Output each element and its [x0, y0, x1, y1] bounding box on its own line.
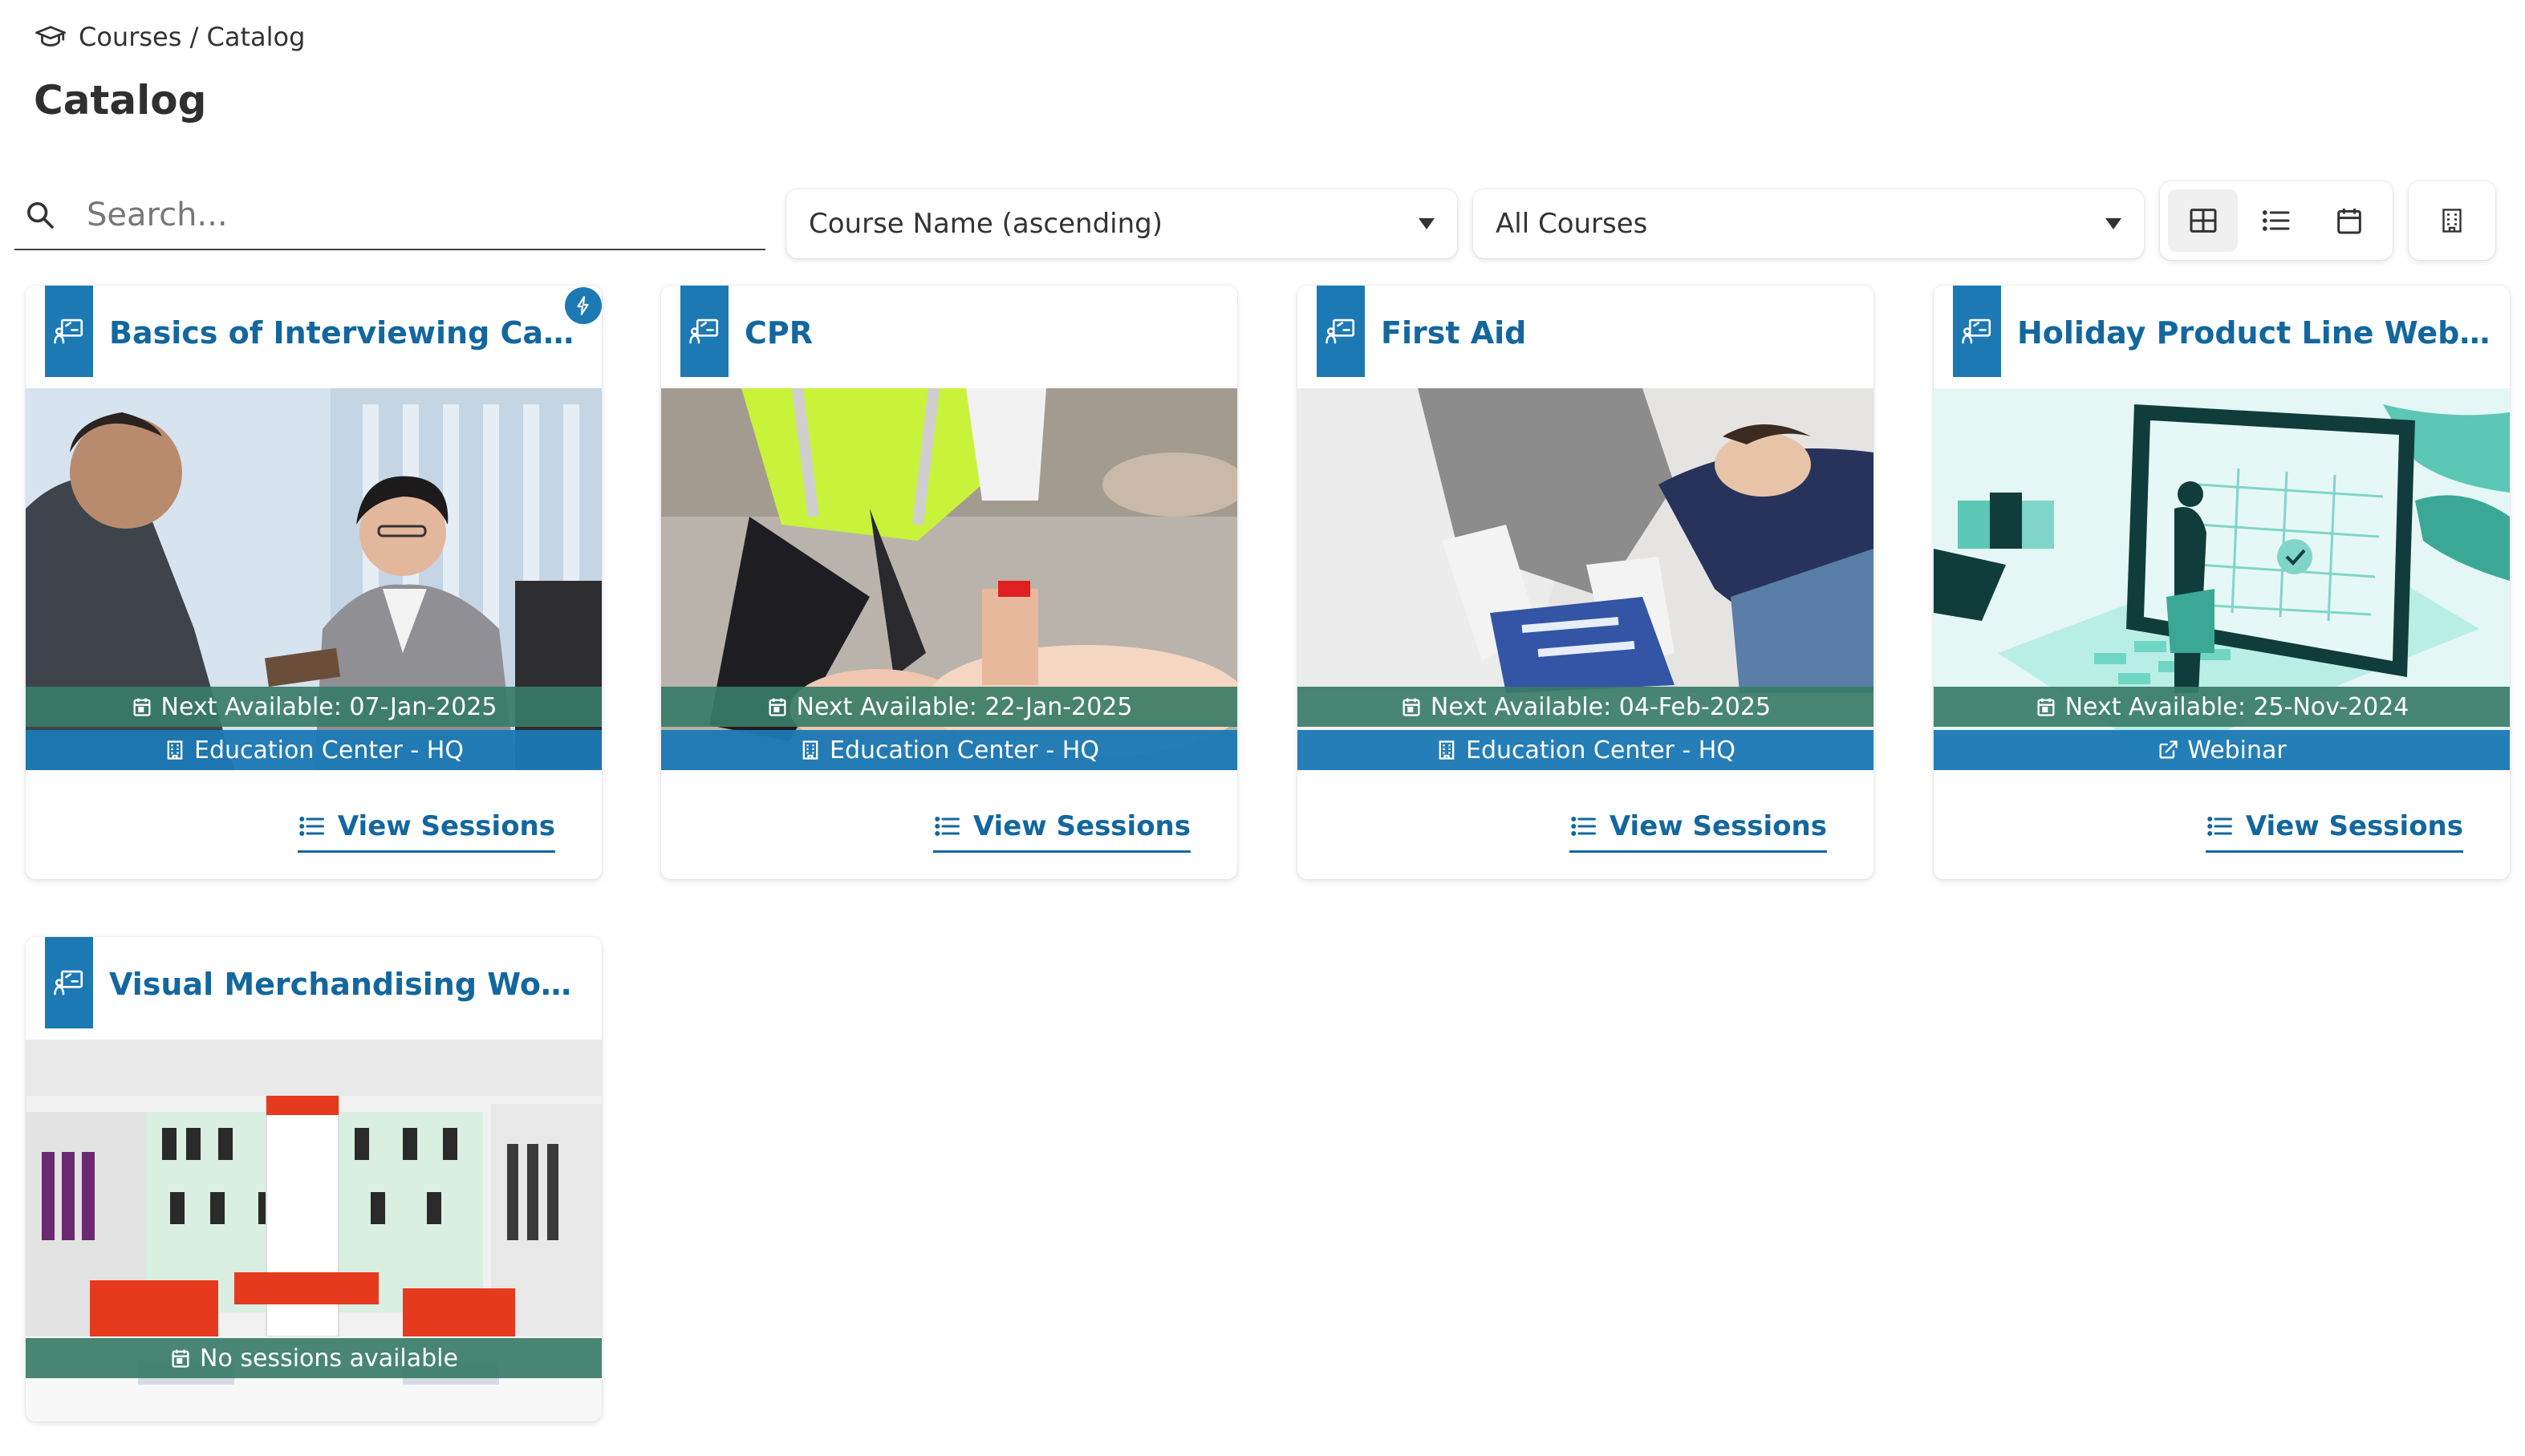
- no-sessions-text: No sessions available: [200, 1344, 458, 1373]
- graduation-cap-icon: [35, 26, 66, 47]
- course-filter-value: All Courses: [1496, 208, 1648, 240]
- course-title[interactable]: First Aid: [1381, 305, 1854, 361]
- course-card[interactable]: First Aid Next Available: 04-Feb-2025 Ed…: [1297, 286, 1873, 879]
- location-band: Education Center - HQ: [26, 730, 602, 770]
- card-footer: View Sessions: [1297, 770, 1873, 879]
- list-icon: [2262, 210, 2290, 231]
- next-available-band: Next Available: 04-Feb-2025: [1297, 687, 1873, 727]
- sort-select-value: Course Name (ascending): [809, 208, 1163, 240]
- course-image: Next Available: 04-Feb-2025 Education Ce…: [1297, 388, 1873, 770]
- calendar-icon: [133, 698, 151, 716]
- card-header: Basics of Interviewing Candida...: [26, 286, 602, 388]
- next-available-text: Next Available: 25-Nov-2024: [2064, 692, 2409, 721]
- view-sessions-label: View Sessions: [337, 810, 555, 842]
- card-header: Holiday Product Line Webinar: [1934, 286, 2510, 388]
- location-filter-button[interactable]: [2409, 181, 2495, 260]
- calendar-icon: [2337, 209, 2362, 234]
- card-header: First Aid: [1297, 286, 1873, 388]
- location-band: Education Center - HQ: [661, 730, 1237, 770]
- list-icon: [935, 817, 960, 836]
- location-text: Education Center - HQ: [1466, 736, 1735, 765]
- next-available-text: Next Available: 07-Jan-2025: [160, 692, 497, 721]
- course-card[interactable]: Holiday Product Line Webinar Next Availa…: [1934, 286, 2510, 879]
- view-sessions-link[interactable]: View Sessions: [1569, 805, 1827, 853]
- view-sessions-link[interactable]: View Sessions: [297, 805, 555, 853]
- course-title[interactable]: Visual Merchandising Workshop: [109, 956, 583, 1012]
- grid-icon: [2190, 209, 2217, 233]
- course-image: Next Available: 22-Jan-2025 Education Ce…: [661, 388, 1237, 770]
- no-sessions-band: No sessions available: [26, 1338, 602, 1378]
- view-sessions-label: View Sessions: [1609, 810, 1827, 842]
- external-link-icon: [2159, 740, 2178, 759]
- course-image: Next Available: 25-Nov-2024 Webinar: [1934, 388, 2510, 770]
- location-band: Webinar: [1934, 730, 2510, 770]
- sort-select[interactable]: Course Name (ascending): [786, 189, 1457, 258]
- view-sessions-link[interactable]: View Sessions: [932, 805, 1191, 853]
- course-title[interactable]: Holiday Product Line Webinar: [2017, 305, 2490, 361]
- presentation-icon: [54, 318, 83, 344]
- flash-badge: [565, 287, 602, 324]
- page-title: Catalog: [34, 77, 207, 124]
- presentation-icon: [1325, 318, 1355, 344]
- view-mode-toggle: [2160, 181, 2393, 260]
- course-title[interactable]: Basics of Interviewing Candida...: [109, 305, 583, 361]
- card-footer: View Sessions: [26, 770, 602, 879]
- calendar-icon: [172, 1349, 189, 1368]
- building-icon: [1439, 740, 1455, 760]
- course-title[interactable]: CPR: [745, 305, 1218, 361]
- presentation-icon: [689, 318, 719, 344]
- location-text: Education Center - HQ: [830, 736, 1099, 765]
- course-image: Next Available: 07-Jan-2025 Education Ce…: [26, 388, 602, 770]
- next-available-band: Next Available: 07-Jan-2025: [26, 687, 602, 727]
- calendar-view-button[interactable]: [2315, 189, 2385, 252]
- calendar-icon: [2037, 698, 2055, 716]
- search-input[interactable]: [74, 197, 745, 233]
- view-sessions-label: View Sessions: [2245, 810, 2463, 842]
- course-badge: [1953, 286, 2001, 377]
- course-card[interactable]: Basics of Interviewing Candida...: [26, 286, 602, 879]
- course-image: No sessions available: [26, 1040, 602, 1422]
- card-header: CPR: [661, 286, 1237, 388]
- building-icon: [167, 740, 183, 760]
- view-sessions-label: View Sessions: [972, 810, 1191, 842]
- chevron-down-icon: [1419, 218, 1435, 229]
- search-icon: [27, 202, 54, 229]
- breadcrumb-text: Courses / Catalog: [79, 22, 306, 52]
- card-footer: View Sessions: [661, 770, 1237, 879]
- course-badge: [45, 286, 93, 377]
- location-text: Webinar: [2187, 736, 2287, 765]
- presentation-icon: [1962, 318, 1991, 344]
- calendar-icon: [1403, 698, 1420, 716]
- next-available-text: Next Available: 22-Jan-2025: [796, 692, 1133, 721]
- view-sessions-link[interactable]: View Sessions: [2205, 805, 2463, 853]
- lightning-icon: [577, 296, 589, 315]
- chevron-down-icon: [2105, 218, 2121, 229]
- course-filter-select[interactable]: All Courses: [1473, 189, 2144, 258]
- list-view-button[interactable]: [2241, 189, 2311, 252]
- course-badge: [45, 937, 93, 1028]
- course-card[interactable]: Visual Merchandising Workshop: [26, 937, 602, 1422]
- card-footer: View Sessions: [1934, 770, 2510, 879]
- course-badge: [1317, 286, 1365, 377]
- location-text: Education Center - HQ: [194, 736, 464, 765]
- presentation-icon: [54, 970, 83, 996]
- building-icon: [2442, 209, 2462, 233]
- list-icon: [299, 817, 324, 836]
- course-badge: [680, 286, 729, 377]
- calendar-icon: [769, 698, 786, 716]
- building-icon: [802, 740, 818, 760]
- search-bar: [14, 181, 765, 250]
- next-available-band: Next Available: 25-Nov-2024: [1934, 687, 2510, 727]
- grid-view-button[interactable]: [2168, 189, 2239, 252]
- location-band: Education Center - HQ: [1297, 730, 1873, 770]
- course-card[interactable]: CPR Next Available: 22-Jan-2025 Educatio…: [661, 286, 1237, 879]
- card-header: Visual Merchandising Workshop: [26, 937, 602, 1040]
- catalog-page: Courses / Catalog Catalog Course Name (a…: [0, 0, 2525, 1456]
- next-available-text: Next Available: 04-Feb-2025: [1430, 692, 1772, 721]
- breadcrumb[interactable]: Courses / Catalog: [34, 18, 305, 56]
- next-available-band: Next Available: 22-Jan-2025: [661, 687, 1237, 727]
- list-icon: [1571, 817, 1596, 836]
- list-icon: [2207, 817, 2232, 836]
